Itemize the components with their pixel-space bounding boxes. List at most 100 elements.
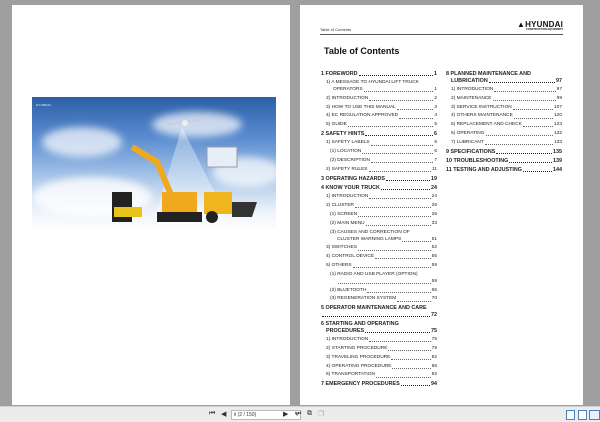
toc-entry-page: 2 bbox=[434, 95, 437, 101]
dot-leader bbox=[375, 254, 431, 260]
toc-entry[interactable]: 1) INTRODUCTION 24 bbox=[321, 194, 437, 201]
toc-entry[interactable]: 4) EC REGULATION APPROVED 4 bbox=[321, 113, 437, 120]
toc-entry[interactable]: 1) A MESSAGE TO HYUNDAI LIFT TRUCK OPERAT… bbox=[321, 80, 437, 93]
toc-entry[interactable]: (2) MAIN MENU 33 bbox=[321, 221, 437, 228]
toc-entry-title: 2 SAFETY HINTS bbox=[321, 131, 365, 138]
copy-icon[interactable]: ⧉ bbox=[307, 410, 312, 418]
toc-entry-page: 82 bbox=[431, 354, 437, 360]
dot-leader bbox=[365, 131, 433, 137]
toc-entry[interactable]: 11 TESTING AND ADJUSTING 144 bbox=[446, 167, 562, 174]
toc-entry[interactable]: 1) INTRODUCTION 97 bbox=[446, 87, 562, 94]
toc-entry[interactable]: 3) HOW TO USE THIS MANUAL 3 bbox=[321, 105, 437, 112]
toc-entry[interactable]: 4) OPERATING PROCEDURE 86 bbox=[321, 364, 437, 371]
toc-entry[interactable]: 9 SPECIFICATIONS 135 bbox=[446, 149, 562, 156]
toc-entry[interactable]: 2 SAFETY HINTS 6 bbox=[321, 131, 437, 138]
toc-entry[interactable]: 3) SWITCHES 52 bbox=[321, 245, 437, 252]
toc-entry[interactable]: 4) OTHERS MAINTENANCE 120 bbox=[446, 113, 562, 120]
page-number-input[interactable]: ii (2 / 150) ▾ bbox=[231, 410, 301, 420]
toc-entry-page: 139 bbox=[553, 158, 562, 165]
toc-entry-page: 26 bbox=[431, 212, 437, 218]
toc-entry[interactable]: 3) TRAVELING PROCEDURE 82 bbox=[321, 355, 437, 362]
page-header-section: Table of Contents bbox=[320, 27, 352, 32]
brand-logo: ▲HYUNDAI CONSTRUCTION EQUIPMENT bbox=[517, 20, 563, 31]
toc-entry[interactable]: 3 OPERATING HAZARDS 19 bbox=[321, 176, 437, 183]
toc-entry-page: 75 bbox=[431, 336, 437, 342]
toc-entry-line: 1) INTRODUCTION 24 bbox=[326, 194, 437, 201]
toc-entry-page: 123 bbox=[553, 122, 562, 128]
dot-leader bbox=[369, 337, 431, 342]
dot-leader bbox=[492, 96, 556, 101]
prev-page-icon[interactable]: ◀ bbox=[221, 410, 226, 418]
toc-entry[interactable]: 4) CONTROL DEVICE 55 bbox=[321, 254, 437, 261]
toc-entry-title: 3) HOW TO USE THIS MANUAL bbox=[326, 104, 396, 110]
toc-entry[interactable]: 7 EMERGENCY PROCEDURES 94 bbox=[321, 381, 437, 388]
toc-entry-page: 11 bbox=[432, 167, 437, 173]
toc-entry[interactable]: 5) REPLACEMENT AND CHECK 123 bbox=[446, 122, 562, 129]
toc-entry-title: 1 FOREWORD bbox=[321, 71, 358, 77]
toc-entry[interactable]: 5) OTHERS 59 bbox=[321, 263, 437, 270]
next-page-icon[interactable]: ▶ bbox=[283, 410, 288, 418]
two-page-icon[interactable] bbox=[589, 410, 600, 420]
toc-entry[interactable]: 5) GUIDE 5 bbox=[321, 122, 437, 129]
toc-entry[interactable]: 1 FOREWORD 1 bbox=[321, 71, 437, 78]
toc-entry[interactable]: (1) LOCATION 6 bbox=[321, 149, 437, 156]
toc-entry[interactable]: 4 KNOW YOUR TRUCK 24 bbox=[321, 185, 437, 192]
toc-entry[interactable]: 5 OPERATOR MAINTENANCE AND CARE 72 bbox=[321, 305, 437, 318]
cover-image: HYUNDAI bbox=[32, 97, 276, 232]
toc-entry-title: 3) TRAVELING PROCEDURE bbox=[326, 354, 391, 360]
toc-entry-title: 1) INTRODUCTION bbox=[326, 336, 369, 342]
toc-entry[interactable]: 2) CLUSTER 26 bbox=[321, 203, 437, 210]
toc-entry[interactable]: (3) CAUSES AND CORRECTION OF CLUSTER WARN… bbox=[321, 230, 437, 243]
toc-entry-title: 2) INTRODUCTION bbox=[326, 95, 369, 101]
toc-entry[interactable]: 2) STARTING PROCEDURE 79 bbox=[321, 346, 437, 353]
toc-entry[interactable]: (1) SCREEN 26 bbox=[321, 212, 437, 219]
toc-entry-page: 26 bbox=[431, 203, 437, 209]
last-page-icon[interactable]: ⏭ bbox=[295, 410, 301, 418]
paste-icon[interactable]: ❐ bbox=[318, 410, 324, 418]
toc-entry-page: 70 bbox=[431, 296, 437, 302]
toc-entry[interactable]: 7) LUBRICANT 133 bbox=[446, 140, 562, 147]
toc-entry[interactable]: 5) TRANSPORTATION 92 bbox=[321, 372, 437, 379]
toc-entry-title: 9 SPECIFICATIONS bbox=[446, 149, 496, 156]
toc-entry[interactable]: 6) OPERATING 132 bbox=[446, 131, 562, 138]
toc-entry[interactable]: 2) MAINTENANCE 99 bbox=[446, 96, 562, 103]
dot-leader bbox=[485, 131, 553, 137]
viewer-toolbar: ⏮ ◀ ii (2 / 150) ▾ ▶ ⏭ ⧉ ❐ bbox=[0, 406, 600, 422]
continuous-icon[interactable] bbox=[578, 410, 587, 420]
toc-entry[interactable]: (1) RADIO AND USB PLAYER (OPTION) 59 bbox=[321, 272, 437, 285]
toc-entry-page: 24 bbox=[431, 194, 437, 200]
first-page-icon[interactable]: ⏮ bbox=[209, 410, 215, 418]
toc-entry-page: 133 bbox=[553, 140, 562, 146]
toc-entry[interactable]: (2) BLUETOOTH 65 bbox=[321, 288, 437, 295]
toc-entry-line: 3) SWITCHES 52 bbox=[326, 245, 437, 252]
toc-entry-title: (3) REGENERATION SYSTEM bbox=[330, 296, 397, 302]
toc-entry[interactable]: 1) INTRODUCTION 75 bbox=[321, 337, 437, 344]
toc-entry[interactable]: 10 TROUBLESHOOTING 139 bbox=[446, 158, 562, 165]
toc-entry-title: 1) INTRODUCTION bbox=[326, 194, 369, 200]
toc-entry[interactable]: 2) SAFETY RULES 11 bbox=[321, 167, 437, 174]
toc-entry[interactable]: 2) INTRODUCTION 2 bbox=[321, 96, 437, 103]
pdf-page-cover: HYUNDAI bbox=[12, 5, 290, 405]
toc-entry-title: 5) REPLACEMENT AND CHECK bbox=[451, 122, 522, 128]
toc-entry-page: 52 bbox=[431, 245, 437, 251]
toc-entry-page: 6 bbox=[434, 140, 437, 146]
toc-column-right: 8 PLANNED MAINTENANCE AND LUBRICATION 97 1)… bbox=[446, 70, 562, 177]
toc-entry[interactable]: 1) SAFETY LABELS 6 bbox=[321, 140, 437, 147]
toc-entry-page: 65 bbox=[431, 287, 437, 293]
toc-entry-title: 3) SERVICE INSTRUCTION bbox=[451, 104, 512, 110]
toc-entry[interactable]: 3) SERVICE INSTRUCTION 107 bbox=[446, 105, 562, 112]
toc-entry-page: 97 bbox=[556, 86, 562, 92]
toc-entry-title: PROCEDURES bbox=[326, 327, 365, 334]
single-page-icon[interactable] bbox=[566, 410, 575, 420]
toc-entry[interactable]: (3) REGENERATION SYSTEM 70 bbox=[321, 296, 437, 303]
toc-entry[interactable]: 8 PLANNED MAINTENANCE AND LUBRICATION 97 bbox=[446, 71, 562, 84]
toc-entry-line: OPERATORS 1 bbox=[326, 87, 437, 94]
dot-leader bbox=[368, 167, 432, 173]
toc-entry-page: 120 bbox=[553, 113, 562, 119]
toc-entry-title: (2) DESCRIPTION bbox=[330, 158, 370, 164]
toc-entry[interactable]: 6 STARTING AND OPERATING PROCEDURES 75 bbox=[321, 321, 437, 334]
toc-entry-line: 4) EC REGULATION APPROVED 4 bbox=[326, 113, 437, 120]
toc-entry-title: 5) GUIDE bbox=[326, 122, 347, 128]
toc-entry-line: 1) INTRODUCTION 75 bbox=[326, 337, 437, 344]
toc-entry[interactable]: (2) DESCRIPTION 7 bbox=[321, 158, 437, 165]
